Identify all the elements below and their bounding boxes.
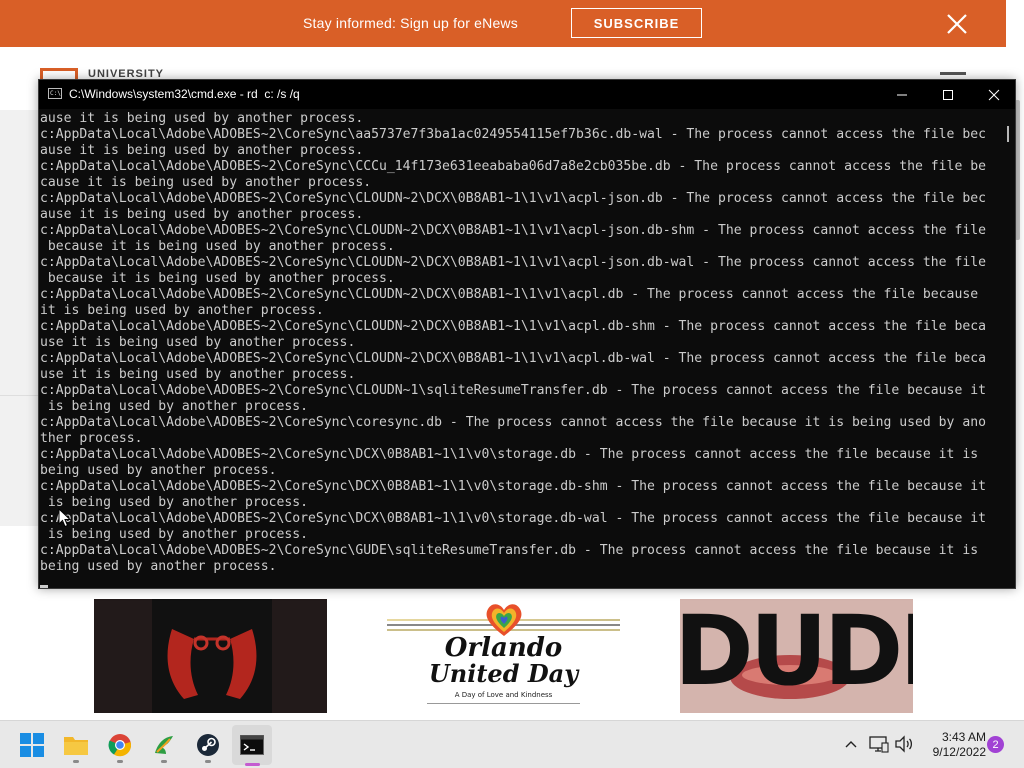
mouse-pointer-icon — [58, 508, 72, 528]
article-thumbnail-orlando-united-day[interactable]: Orlando United Day A Day of Love and Kin… — [387, 599, 620, 713]
console-line: is being used by another process. — [40, 495, 309, 510]
console-line: ause it is being used by another process… — [40, 207, 364, 222]
cmd-window-title: C:\Windows\system32\cmd.exe - rd c: /s /… — [69, 87, 300, 101]
console-line: is being used by another process. — [40, 399, 309, 414]
console-line: because it is being used by another proc… — [40, 239, 395, 254]
console-line: ause it is being used by another process… — [40, 111, 364, 126]
cmd-window[interactable]: C:\ C:\Windows\system32\cmd.exe - rd c: … — [38, 79, 1016, 589]
running-indicator — [117, 760, 123, 763]
maximize-icon — [943, 89, 953, 100]
article-thumbnail-handcuffs[interactable] — [94, 599, 327, 713]
clock[interactable]: 3:43 AM 9/12/2022 — [916, 730, 986, 760]
cmd-titlebar[interactable]: C:\ C:\Windows\system32\cmd.exe - rd c: … — [39, 80, 1015, 109]
console-line: use it is being used by another process. — [40, 335, 356, 350]
steam-icon[interactable] — [192, 729, 224, 761]
windows-start-icon[interactable] — [16, 729, 48, 761]
minimize-icon — [897, 94, 907, 95]
console-line: c:AppData\Local\Adobe\ADOBES~2\CoreSync\… — [40, 319, 986, 334]
chevron-up-icon[interactable] — [840, 733, 862, 755]
divider — [427, 703, 580, 704]
close-window-button[interactable] — [971, 80, 1017, 109]
console-line: c:AppData\Local\Adobe\ADOBES~2\CoreSync\… — [40, 543, 979, 558]
divider — [0, 395, 40, 396]
console-line: use it is being used by another process. — [40, 367, 356, 382]
minimize-button[interactable] — [879, 80, 925, 109]
console-line: cause it is being used by another proces… — [40, 175, 372, 190]
console-line: c:AppData\Local\Adobe\ADOBES~2\CoreSync\… — [40, 383, 986, 398]
console-line: c:AppData\Local\Adobe\ADOBES~2\CoreSync\… — [40, 223, 986, 238]
orlando-subtitle: A Day of Love and Kindness — [454, 691, 553, 699]
chrome-icon[interactable] — [104, 729, 136, 761]
network-icon[interactable] — [868, 733, 890, 755]
console-line: ther process. — [40, 431, 143, 446]
taskbar: 3:43 AM 9/12/2022 2 — [0, 720, 1024, 768]
terminal-icon[interactable] — [236, 729, 268, 761]
app-bird-icon[interactable] — [148, 729, 180, 761]
running-indicator — [205, 760, 211, 763]
clock-date: 9/12/2022 — [932, 745, 986, 759]
notification-badge[interactable]: 2 — [987, 736, 1004, 753]
text-cursor — [40, 585, 48, 588]
console-line: c:AppData\Local\Adobe\ADOBES~2\CoreSync\… — [40, 127, 986, 142]
console-line: being used by another process. — [40, 559, 277, 574]
close-icon — [988, 89, 1000, 100]
console-line: c:AppData\Local\Adobe\ADOBES~2\CoreSync\… — [40, 479, 986, 494]
close-icon[interactable] — [944, 11, 970, 37]
console-line: being used by another process. — [40, 463, 277, 478]
running-indicator — [73, 760, 79, 763]
hamburger-menu-icon[interactable] — [940, 72, 966, 75]
console-line: is being used by another process. — [40, 527, 309, 542]
console-line: it is being used by another process. — [40, 303, 324, 318]
cmd-output[interactable]: ause it is being used by another process… — [39, 109, 1001, 588]
cmd-app-icon: C:\ — [48, 88, 62, 99]
clock-time: 3:43 AM — [941, 730, 986, 744]
console-line: c:AppData\Local\Adobe\ADOBES~2\CoreSync\… — [40, 255, 986, 270]
console-line: because it is being used by another proc… — [40, 271, 395, 286]
console-line: c:AppData\Local\Adobe\ADOBES~2\CoreSync\… — [40, 447, 979, 462]
console-line: c:AppData\Local\Adobe\ADOBES~2\CoreSync\… — [40, 287, 979, 302]
console-line: c:AppData\Local\Adobe\ADOBES~2\CoreSync\… — [40, 511, 986, 526]
cmd-scrollbar[interactable] — [1001, 109, 1015, 588]
file-explorer-icon[interactable] — [60, 729, 92, 761]
article-thumbnail-dude[interactable]: DUDE — [680, 599, 913, 713]
maximize-button[interactable] — [925, 80, 971, 109]
cmd-scroll-thumb[interactable] — [1007, 126, 1009, 142]
console-line: c:AppData\Local\Adobe\ADOBES~2\CoreSync\… — [40, 351, 986, 366]
console-line: ause it is being used by another process… — [40, 143, 364, 158]
console-line: c:AppData\Local\Adobe\ADOBES~2\CoreSync\… — [40, 191, 986, 206]
united-day-title: United Day — [428, 659, 579, 688]
console-line: c:AppData\Local\Adobe\ADOBES~2\CoreSync\… — [40, 159, 986, 174]
volume-icon[interactable] — [893, 733, 915, 755]
enews-banner: Stay informed: Sign up for eNews SUBSCRI… — [0, 0, 1006, 47]
subscribe-button[interactable]: SUBSCRIBE — [571, 8, 702, 38]
active-indicator — [245, 763, 260, 766]
console-line: c:AppData\Local\Adobe\ADOBES~2\CoreSync\… — [40, 415, 986, 430]
dude-text: DUDE — [680, 599, 913, 707]
page-side-panel — [0, 110, 40, 526]
running-indicator — [161, 760, 167, 763]
banner-text: Stay informed: Sign up for eNews — [303, 15, 518, 31]
